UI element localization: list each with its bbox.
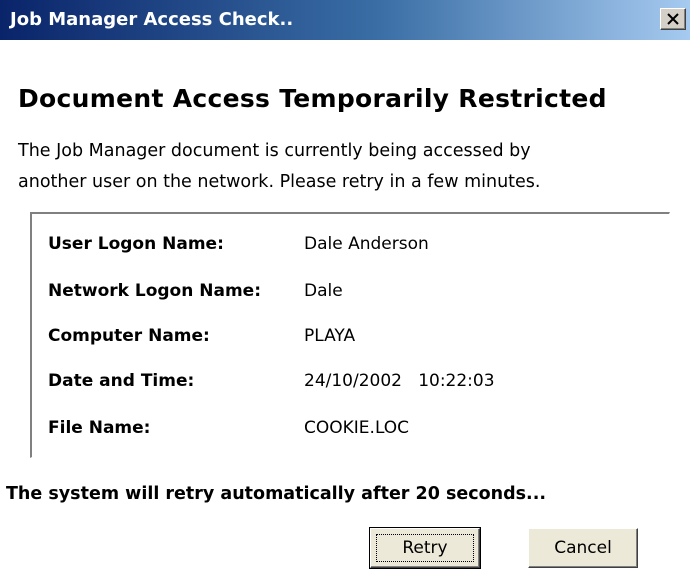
detail-label: User Logon Name: [48,234,224,254]
message-line-2: another user on the network. Please retr… [18,172,541,192]
dialog-heading: Document Access Temporarily Restricted [18,84,607,113]
detail-value: Dale [304,281,343,301]
window-title: Job Manager Access Check.. [10,9,294,30]
detail-row-user-logon-name: User Logon Name: Dale Anderson [48,234,648,260]
detail-value: 24/10/2002 10:22:03 [304,371,495,391]
detail-value: COOKIE.LOC [304,418,410,438]
detail-row-network-logon-name: Network Logon Name: Dale [48,281,648,307]
close-button[interactable] [660,8,686,30]
message-line-1: The Job Manager document is currently be… [18,141,531,161]
detail-label: Computer Name: [48,326,210,346]
detail-label: Network Logon Name: [48,281,261,301]
detail-row-date-and-time: Date and Time: 24/10/2002 10:22:03 [48,371,648,397]
title-bar[interactable]: Job Manager Access Check.. [0,0,690,40]
close-icon [667,13,679,25]
detail-row-computer-name: Computer Name: PLAYA [48,326,648,352]
detail-value: Dale Anderson [304,234,429,254]
detail-label: File Name: [48,418,151,438]
access-message: The Job Manager document is currently be… [18,136,678,198]
cancel-button[interactable]: Cancel [528,528,638,568]
detail-value: PLAYA [304,326,356,346]
lock-details-panel: User Logon Name: Dale Anderson Network L… [30,212,670,458]
retry-button[interactable]: Retry [369,527,481,569]
retry-button-label: Retry [376,534,474,562]
access-check-dialog: Job Manager Access Check.. Document Acce… [0,0,690,584]
detail-label: Date and Time: [48,371,195,391]
auto-retry-notice: The system will retry automatically afte… [6,484,547,504]
detail-row-file-name: File Name: COOKIE.LOC [48,418,648,444]
